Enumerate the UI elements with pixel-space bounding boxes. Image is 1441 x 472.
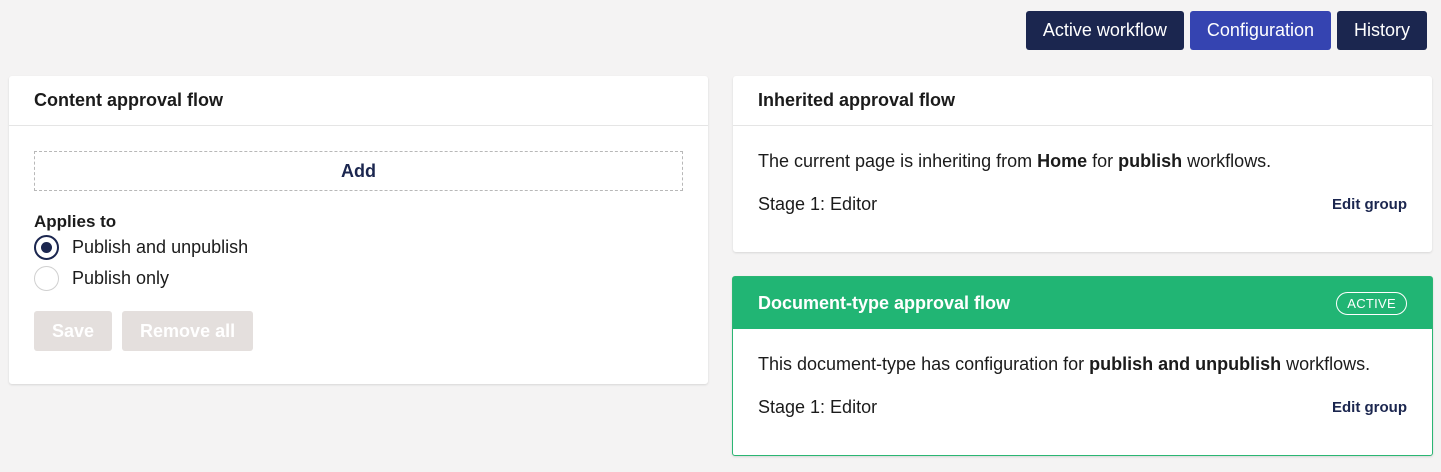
workflow-action: publish and unpublish	[1089, 354, 1282, 374]
save-button[interactable]: Save	[34, 311, 113, 351]
stage-label: Stage 1: Editor	[758, 397, 878, 417]
stage-label: Stage 1: Editor	[758, 194, 878, 214]
edit-group-link[interactable]: Edit group	[1332, 196, 1407, 213]
workflow-tabs: Active workflow Configuration History	[1025, 11, 1427, 50]
inherited-approval-flow-card: Inherited approval flow The current page…	[733, 76, 1432, 252]
radio-label: Publish only	[72, 268, 170, 288]
edit-group-link[interactable]: Edit group	[1332, 399, 1407, 416]
content-approval-flow-card: Content approval flow Add Applies to Pub…	[9, 76, 708, 384]
workflow-action: publish	[1118, 151, 1183, 171]
card-title: Document-type approval flow	[758, 292, 1011, 313]
card-title: Inherited approval flow	[733, 76, 1432, 126]
inherited-description: The current page is inheriting from Home…	[758, 151, 1272, 171]
document-type-approval-flow-card: Document-type approval flow ACTIVE This …	[732, 276, 1433, 456]
tab-configuration[interactable]: Configuration	[1189, 11, 1331, 50]
add-button[interactable]: Add	[34, 151, 683, 191]
radio-publish-and-unpublish[interactable]: Publish and unpublish	[34, 232, 683, 263]
radio-checked-icon[interactable]	[34, 235, 59, 260]
active-badge: ACTIVE	[1336, 291, 1407, 315]
radio-label: Publish and unpublish	[72, 237, 249, 257]
doctype-description: This document-type has configuration for…	[758, 354, 1371, 374]
tab-history[interactable]: History	[1336, 11, 1427, 50]
applies-to-label: Applies to	[34, 212, 117, 231]
radio-unchecked-icon[interactable]	[34, 266, 59, 291]
remove-all-button[interactable]: Remove all	[122, 311, 254, 351]
tab-active-workflow[interactable]: Active workflow	[1025, 11, 1184, 50]
source-node: Home	[1037, 151, 1088, 171]
card-title: Content approval flow	[9, 76, 708, 126]
radio-publish-only[interactable]: Publish only	[34, 263, 683, 294]
